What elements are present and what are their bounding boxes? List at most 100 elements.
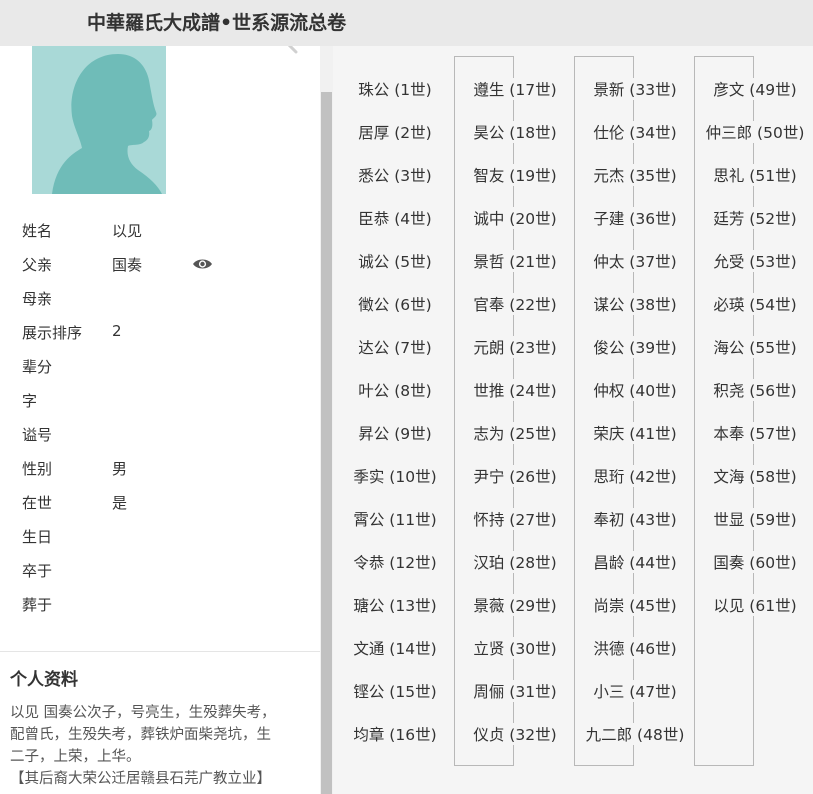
generation-item[interactable]: 谋公 (38世) <box>591 293 679 315</box>
profile-field-row: 在世 是 <box>22 486 312 520</box>
bio-line: 二子，上荣，上华。 <box>10 749 141 765</box>
generation-item[interactable]: 汉珀 (28世) <box>471 551 559 573</box>
generation-item[interactable]: 文海 (58世) <box>711 465 799 487</box>
generation-item[interactable]: 景薇 (29世) <box>471 594 559 616</box>
generation-item[interactable]: 季实 (10世) <box>351 465 439 487</box>
field-label: 葬于 <box>22 596 53 614</box>
scrollbar-thumb[interactable] <box>321 92 332 794</box>
field-label: 卒于 <box>22 562 53 580</box>
generation-item[interactable]: 奉初 (43世) <box>591 508 679 530</box>
generation-item[interactable]: 志为 (25世) <box>471 422 559 444</box>
generation-item[interactable]: 必瑛 (54世) <box>711 293 799 315</box>
field-label: 字 <box>22 392 38 410</box>
generation-item[interactable]: 元朗 (23世) <box>471 336 559 358</box>
generation-item[interactable]: 周俪 (31世) <box>471 680 559 702</box>
generation-item[interactable]: 国奏 (60世) <box>711 551 799 573</box>
generation-item[interactable]: 立贤 (30世) <box>471 637 559 659</box>
field-label: 性别 <box>22 460 53 478</box>
profile-field-row: 辈分 <box>22 350 312 384</box>
left-panel-scrollbar[interactable] <box>320 46 333 794</box>
generation-item[interactable]: 仪贞 (32世) <box>471 723 559 745</box>
generation-item[interactable]: 以见 (61世) <box>711 594 799 616</box>
profile-field-row: 生日 <box>22 520 312 554</box>
generation-item[interactable]: 仕伦 (34世) <box>591 121 679 143</box>
generation-item[interactable]: 官奉 (22世) <box>471 293 559 315</box>
lineage-panel: 珠公 (1世) 居厚 (2世) 悉公 (3世) 臣恭 (4世) 诚公 (5世) 徵公 (6… <box>333 46 813 794</box>
generation-item[interactable]: 廷芳 (52世) <box>711 207 799 229</box>
generation-item[interactable]: 智友 (19世) <box>471 164 559 186</box>
generation-item[interactable]: 均章 (16世) <box>351 723 439 745</box>
bio-line: 以见 国奏公次子，号亮生，生殁葬失考， <box>10 705 276 721</box>
generation-item[interactable]: 积尧 (56世) <box>711 379 799 401</box>
generation-item[interactable]: 悉公 (3世) <box>356 164 434 186</box>
generation-item[interactable]: 九二郎 (48世) <box>583 723 687 745</box>
section-divider <box>0 651 320 652</box>
generation-item[interactable]: 昊公 (18世) <box>471 121 559 143</box>
generation-item[interactable]: 昇公 (9世) <box>356 422 434 444</box>
field-value: 以见 <box>112 222 143 240</box>
generation-item[interactable]: 昌龄 (44世) <box>591 551 679 573</box>
generation-item[interactable]: 霄公 (11世) <box>351 508 439 530</box>
lineage-column-connector <box>454 56 514 766</box>
generation-item[interactable]: 徵公 (6世) <box>356 293 434 315</box>
generation-item[interactable]: 遵生 (17世) <box>471 78 559 100</box>
generation-item[interactable]: 景新 (33世) <box>591 78 679 100</box>
generation-item[interactable]: 景哲 (21世) <box>471 250 559 272</box>
generation-item[interactable]: 思珩 (42世) <box>591 465 679 487</box>
field-label: 父亲 <box>22 256 53 274</box>
generation-item[interactable]: 令恭 (12世) <box>351 551 439 573</box>
field-label: 谥号 <box>22 426 53 444</box>
bio-title: 个人资料 <box>10 670 78 690</box>
field-label: 母亲 <box>22 290 53 308</box>
generation-item[interactable]: 瑭公 (13世) <box>351 594 439 616</box>
bio-line: 配曾氏，生殁失考，葬铁炉面柴尧坑，生 <box>10 727 271 743</box>
generation-item[interactable]: 洪德 (46世) <box>591 637 679 659</box>
generation-item[interactable]: 居厚 (2世) <box>356 121 434 143</box>
profile-field-row: 展示排序 2 <box>22 316 312 350</box>
generation-item[interactable]: 子建 (36世) <box>591 207 679 229</box>
generation-item[interactable]: 珠公 (1世) <box>356 78 434 100</box>
generation-item[interactable]: 思礼 (51世) <box>711 164 799 186</box>
generation-item[interactable]: 仲三郎 (50世) <box>703 121 807 143</box>
generation-item[interactable]: 尹宁 (26世) <box>471 465 559 487</box>
generation-item[interactable]: 铿公 (15世) <box>351 680 439 702</box>
lineage-column-connector <box>694 56 754 766</box>
bio-text: 以见 国奏公次子，号亮生，生殁葬失考， 配曾氏，生殁失考，葬铁炉面柴尧坑，生 二… <box>10 702 310 790</box>
generation-item[interactable]: 海公 (55世) <box>711 336 799 358</box>
generation-item[interactable]: 允受 (53世) <box>711 250 799 272</box>
profile-field-row: 姓名 以见 <box>22 214 312 248</box>
edit-pencil-icon[interactable] <box>284 46 298 54</box>
generation-item[interactable]: 臣恭 (4世) <box>356 207 434 229</box>
generation-item[interactable]: 小三 (47世) <box>591 680 679 702</box>
field-value: 国奏 <box>112 256 143 274</box>
generation-item[interactable]: 本奉 (57世) <box>711 422 799 444</box>
generation-item[interactable]: 世推 (24世) <box>471 379 559 401</box>
generation-item[interactable]: 仲权 (40世) <box>591 379 679 401</box>
profile-field-row: 性别 男 <box>22 452 312 486</box>
profile-field-row: 父亲 国奏 <box>22 248 312 282</box>
bio-line: 【其后裔大荣公迁居赣县石芫广教立业】 <box>10 771 271 787</box>
eye-icon[interactable] <box>192 257 213 271</box>
field-value: 男 <box>112 460 128 478</box>
lineage-column-connector <box>574 56 634 766</box>
generation-item[interactable]: 尚崇 (45世) <box>591 594 679 616</box>
field-label: 展示排序 <box>22 324 83 342</box>
generation-item[interactable]: 彦文 (49世) <box>711 78 799 100</box>
generation-item[interactable]: 达公 (7世) <box>356 336 434 358</box>
field-label: 生日 <box>22 528 53 546</box>
generation-item[interactable]: 仲太 (37世) <box>591 250 679 272</box>
page-header: 中華羅氏大成譜•世系源流总卷 <box>0 0 813 46</box>
generation-item[interactable]: 诚中 (20世) <box>471 207 559 229</box>
person-silhouette-icon <box>32 46 166 194</box>
generation-item[interactable]: 元杰 (35世) <box>591 164 679 186</box>
generation-item[interactable]: 诚公 (5世) <box>356 250 434 272</box>
generation-item[interactable]: 文通 (14世) <box>351 637 439 659</box>
profile-panel: 姓名 以见父亲 国奏母亲展示排序 2 辈分字谥号性别 男在世 是生日卒于葬于 个人资料 以见… <box>0 46 320 794</box>
generation-item[interactable]: 世显 (59世) <box>711 508 799 530</box>
profile-field-row: 葬于 <box>22 588 312 622</box>
generation-item[interactable]: 俊公 (39世) <box>591 336 679 358</box>
generation-item[interactable]: 怀持 (27世) <box>471 508 559 530</box>
generation-item[interactable]: 荣庆 (41世) <box>591 422 679 444</box>
field-value: 2 <box>112 322 122 340</box>
generation-item[interactable]: 叶公 (8世) <box>356 379 434 401</box>
